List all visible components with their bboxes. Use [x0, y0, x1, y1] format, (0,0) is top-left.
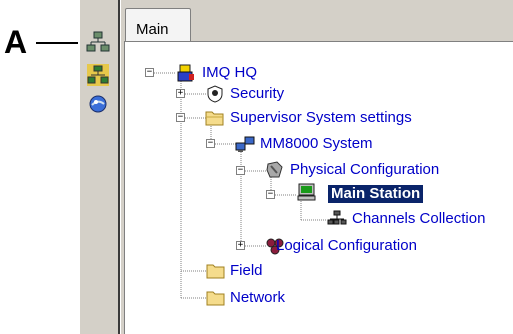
tree-node-physical-configuration[interactable]: Physical Configuration: [290, 161, 439, 179]
expander-security[interactable]: +: [176, 89, 185, 98]
security-icon: [205, 85, 225, 103]
tree-node-logical-configuration[interactable]: Logical Configuration: [276, 237, 417, 255]
tree-node-main-station[interactable]: Main Station: [328, 185, 424, 203]
expander-root[interactable]: −: [145, 68, 154, 77]
folder-icon: [206, 289, 226, 307]
tree-node-supervisor-settings[interactable]: Supervisor System settings: [230, 109, 412, 127]
tree-node-security[interactable]: Security: [230, 85, 284, 103]
folder-icon: [206, 262, 226, 280]
folder-open-icon: [205, 109, 225, 127]
computer-network-icon: [235, 135, 255, 153]
station-computer-icon: [297, 183, 317, 201]
tree-node-network[interactable]: Network: [230, 289, 285, 307]
channels-icon: [327, 210, 347, 228]
physical-config-icon: [265, 161, 285, 179]
expander-logical[interactable]: +: [236, 241, 245, 250]
tree-content: − IMQ HQ + Security − Supervisor System …: [0, 0, 513, 334]
tree-node-field[interactable]: Field: [230, 262, 263, 280]
expander-physical[interactable]: −: [236, 166, 245, 175]
tree-node-mm8000-system[interactable]: MM8000 System: [260, 135, 373, 153]
tree-node-imq-hq[interactable]: IMQ HQ: [202, 64, 257, 82]
tree-node-channels-collection[interactable]: Channels Collection: [352, 210, 485, 228]
expander-mm8000[interactable]: −: [206, 139, 215, 148]
expander-main-station[interactable]: −: [266, 190, 275, 199]
expander-supervisor[interactable]: −: [176, 113, 185, 122]
site-icon: [176, 64, 196, 82]
